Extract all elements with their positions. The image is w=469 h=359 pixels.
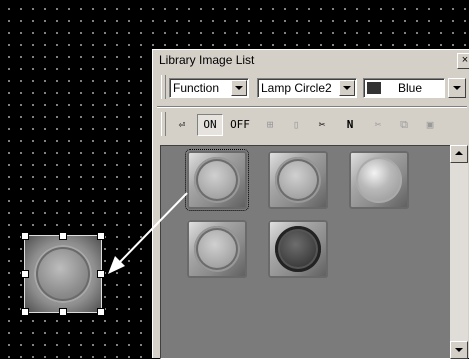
toolbar-grip[interactable] xyxy=(161,75,166,99)
resize-handle-e[interactable] xyxy=(97,270,105,278)
tools-icon[interactable]: ✂ xyxy=(311,114,333,136)
resize-handle-nw[interactable] xyxy=(21,232,29,240)
scroll-down-icon[interactable] xyxy=(450,341,468,359)
lamp-face xyxy=(356,157,402,203)
resize-handle-s[interactable] xyxy=(59,308,67,316)
chevron-down-icon[interactable] xyxy=(339,80,355,96)
lamp-bright[interactable] xyxy=(349,151,409,209)
chevron-down-icon[interactable] xyxy=(231,80,247,96)
resize-handle-se[interactable] xyxy=(97,308,105,316)
new-file-icon[interactable]: ▯ xyxy=(285,114,307,136)
lamp-face xyxy=(275,157,321,203)
lamp-dark-ring[interactable] xyxy=(268,220,328,278)
n-icon[interactable]: N xyxy=(339,114,361,136)
toolbar-grip[interactable] xyxy=(161,112,166,136)
cut-icon[interactable]: ✂ xyxy=(367,114,389,136)
vertical-scrollbar[interactable] xyxy=(450,145,468,359)
tools-toolbar: ⏎ ON OFF ⊞ ▯ ✂ N ✂ ⧉ ▣ xyxy=(161,112,469,140)
new-folder-icon[interactable]: ⊞ xyxy=(259,114,281,136)
lamp-face xyxy=(194,226,240,272)
color-dropdown[interactable]: Blue xyxy=(363,78,445,98)
color-dropdown-arrow[interactable] xyxy=(448,78,466,98)
resize-handle-sw[interactable] xyxy=(21,308,29,316)
color-value: Blue xyxy=(398,81,423,95)
resize-handle-n[interactable] xyxy=(59,232,67,240)
lamp-face xyxy=(275,226,321,272)
lamp-cross-grey[interactable] xyxy=(268,151,328,209)
copy-icon[interactable]: ⧉ xyxy=(393,114,415,136)
back-icon[interactable]: ⏎ xyxy=(171,114,193,136)
resize-handle-w[interactable] xyxy=(21,270,29,278)
lamp-plain[interactable] xyxy=(187,220,247,278)
selection-toolbar: Function Lamp Circle2 Blue xyxy=(161,75,469,101)
lamp-lens xyxy=(34,245,92,303)
scroll-up-icon[interactable] xyxy=(450,145,468,163)
close-icon[interactable]: × xyxy=(457,53,469,69)
canvas-lamp-object[interactable] xyxy=(21,232,105,316)
library-image-list-window: Library Image List × Function Lamp Circl… xyxy=(152,49,469,359)
on-button[interactable]: ON xyxy=(197,114,223,136)
color-swatch xyxy=(367,82,381,94)
shape-value: Lamp Circle2 xyxy=(261,81,332,95)
resize-handle-ne[interactable] xyxy=(97,232,105,240)
window-titlebar[interactable]: Library Image List × xyxy=(155,52,469,69)
category-value: Function xyxy=(173,81,220,95)
lamp-ring-grey[interactable] xyxy=(185,149,249,211)
off-button[interactable]: OFF xyxy=(227,114,253,136)
toolbar-separator xyxy=(157,106,467,108)
window-title: Library Image List xyxy=(159,53,255,67)
image-list[interactable] xyxy=(160,145,456,359)
category-dropdown[interactable]: Function xyxy=(169,78,249,98)
lamp-face xyxy=(194,157,240,203)
shape-dropdown[interactable]: Lamp Circle2 xyxy=(257,78,357,98)
paste-icon[interactable]: ▣ xyxy=(419,114,441,136)
